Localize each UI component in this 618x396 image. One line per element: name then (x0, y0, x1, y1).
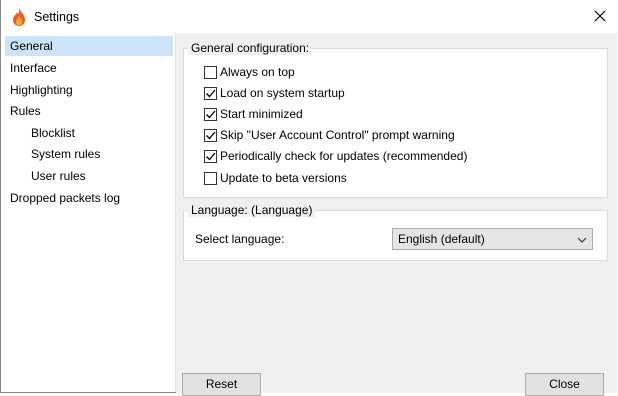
option-skip-uac[interactable]: Skip "User Account Control" prompt warni… (204, 126, 455, 144)
close-window-button[interactable] (586, 4, 614, 28)
option-label: Start minimized (220, 107, 303, 121)
option-label: Always on top (220, 65, 295, 79)
group-title-language: Language: (Language) (188, 203, 316, 217)
option-label: Load on system startup (220, 86, 345, 100)
sidebar-item-rules[interactable]: Rules (5, 101, 173, 121)
sidebar-item-system-rules[interactable]: System rules (5, 144, 173, 164)
option-load-on-startup[interactable]: Load on system startup (204, 84, 345, 102)
select-language-label: Select language: (195, 232, 285, 246)
checkmark-icon (206, 131, 216, 139)
sidebar-item-dropped-packets-log[interactable]: Dropped packets log (5, 188, 173, 208)
option-beta-versions[interactable]: Update to beta versions (204, 169, 347, 187)
window-title: Settings (34, 10, 80, 24)
option-start-minimized[interactable]: Start minimized (204, 105, 303, 123)
option-label: Update to beta versions (220, 171, 347, 185)
sidebar: General Interface Highlighting Rules Blo… (2, 33, 176, 392)
option-label: Periodically check for updates (recommen… (220, 149, 468, 163)
sidebar-item-user-rules[interactable]: User rules (5, 166, 173, 186)
bottom-bar: Reset Close (176, 360, 617, 396)
language-select-value: English (default) (398, 232, 485, 246)
checkbox-checked[interactable] (204, 128, 217, 142)
close-icon (594, 10, 606, 22)
sidebar-item-blocklist[interactable]: Blocklist (5, 123, 173, 143)
checkbox-checked[interactable] (204, 149, 217, 163)
group-title-general: General configuration: (188, 41, 313, 55)
checkbox[interactable] (204, 171, 217, 185)
close-button[interactable]: Close (525, 373, 604, 396)
checkmark-icon (206, 89, 216, 97)
title-bar[interactable]: Settings (1, 0, 618, 33)
checkmark-icon (206, 152, 216, 160)
option-check-updates[interactable]: Periodically check for updates (recommen… (204, 147, 467, 165)
checkbox-checked[interactable] (204, 107, 217, 121)
settings-window: Settings General Interface Highlighting … (0, 0, 618, 396)
language-select[interactable]: English (default) (392, 228, 593, 250)
flame-icon (11, 7, 27, 27)
sidebar-item-highlighting[interactable]: Highlighting (5, 80, 173, 100)
option-label: Skip "User Account Control" prompt warni… (220, 128, 455, 142)
settings-content: General configuration: Always on top Loa… (176, 33, 617, 360)
checkmark-icon (206, 110, 216, 118)
option-always-on-top[interactable]: Always on top (204, 63, 295, 81)
chevron-down-icon (577, 234, 587, 248)
sidebar-item-interface[interactable]: Interface (5, 58, 173, 78)
sidebar-item-general[interactable]: General (5, 36, 173, 56)
general-configuration-group: General configuration: Always on top Loa… (183, 41, 608, 198)
checkbox-checked[interactable] (204, 86, 217, 100)
checkbox[interactable] (204, 65, 217, 79)
reset-button[interactable]: Reset (182, 373, 261, 396)
